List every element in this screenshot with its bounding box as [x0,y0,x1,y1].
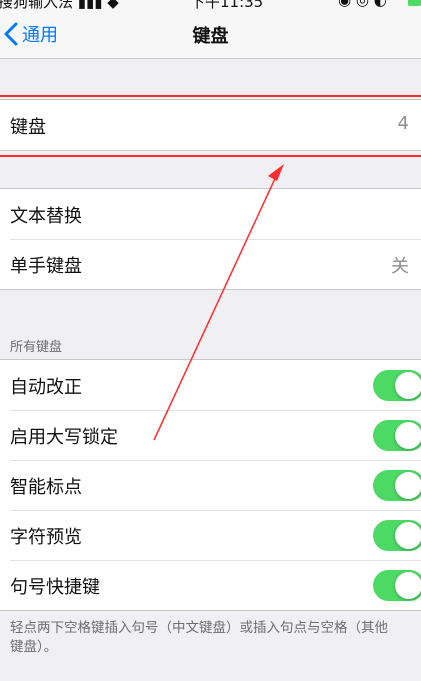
annotation-arrow [153,164,284,441]
annotation-arrow-line [153,169,280,441]
annotation-arrow-head [268,164,284,181]
